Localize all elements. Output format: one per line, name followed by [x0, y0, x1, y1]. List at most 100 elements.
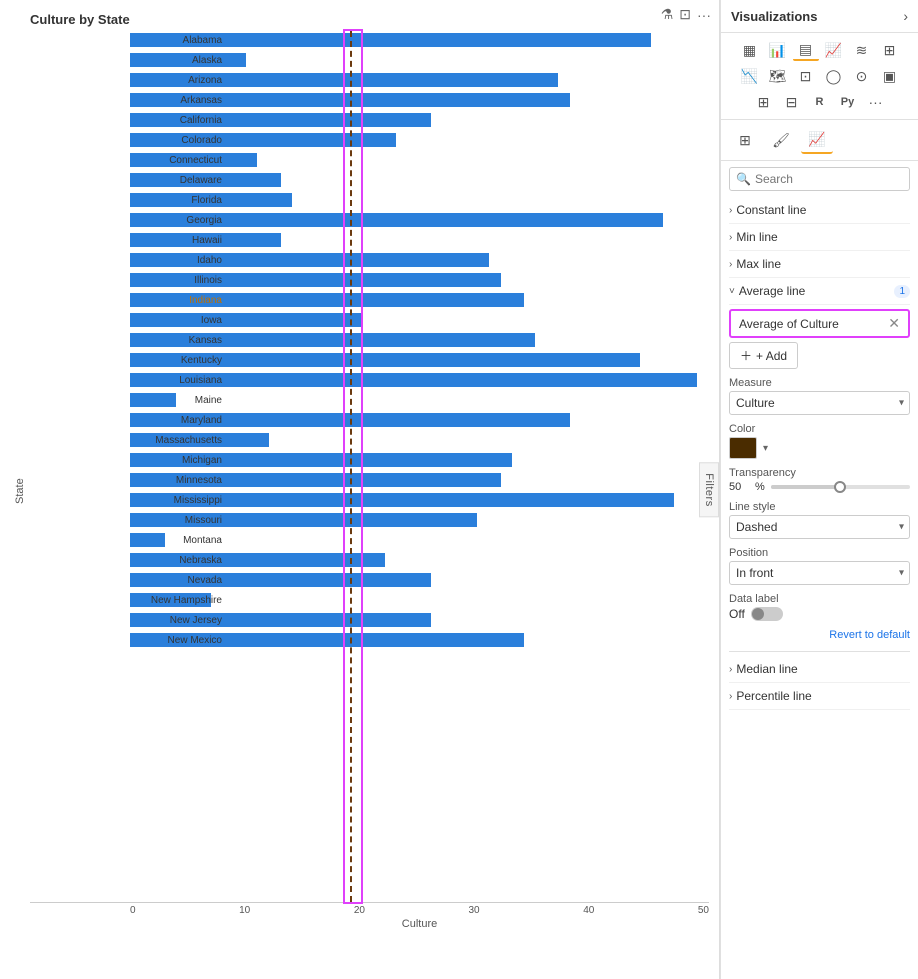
bar-row[interactable]: New Mexico: [130, 631, 709, 649]
viz-icon-line[interactable]: 📈: [821, 39, 847, 61]
bar-row[interactable]: Montana: [130, 531, 709, 549]
bar-row[interactable]: Nebraska: [130, 551, 709, 569]
bar-chart-container: Alabama Alaska Arizona Arkansas California Co…: [30, 31, 709, 932]
viz-icon-bar[interactable]: 📊: [765, 39, 791, 61]
transparency-track[interactable]: [771, 485, 910, 489]
filters-tab[interactable]: Filters: [699, 462, 719, 517]
viz-icon-map[interactable]: 🗺: [765, 65, 791, 87]
x-tick: 20: [354, 905, 365, 916]
section-constant-line[interactable]: › Constant line: [729, 197, 910, 224]
bar-row[interactable]: Mississippi: [130, 491, 709, 509]
search-input[interactable]: [755, 172, 903, 186]
add-average-button[interactable]: ＋ + Add: [729, 342, 798, 369]
chevron-median: ›: [729, 664, 732, 675]
sub-tab-analytics[interactable]: 📈: [801, 126, 833, 154]
bar-row[interactable]: Minnesota: [130, 471, 709, 489]
section-percentile-line[interactable]: › Percentile line: [729, 683, 910, 710]
color-swatch[interactable]: [729, 437, 757, 459]
line-style-select[interactable]: Dashed: [729, 515, 910, 539]
viz-icon-donut[interactable]: ◯: [821, 65, 847, 87]
bar-row[interactable]: Iowa: [130, 311, 709, 329]
bar-label: Alabama: [130, 35, 226, 46]
viz-icon-area[interactable]: ≋: [849, 39, 875, 61]
bar-row[interactable]: Louisiana: [130, 371, 709, 389]
bar-row[interactable]: Massachusetts: [130, 431, 709, 449]
viz-icon-pie[interactable]: 📉: [737, 65, 763, 87]
viz-nav-forward[interactable]: ›: [903, 8, 908, 24]
bar-row[interactable]: Colorado: [130, 131, 709, 149]
bar-row[interactable]: Kansas: [130, 331, 709, 349]
sub-tab-format[interactable]: 🖌: [765, 126, 797, 154]
bar-row[interactable]: Missouri: [130, 511, 709, 529]
viz-icon-py[interactable]: Py: [835, 91, 861, 113]
viz-icon-matrix[interactable]: ⊟: [779, 91, 805, 113]
search-icon: 🔍: [736, 172, 751, 186]
color-field-label: Color: [729, 423, 910, 435]
bar-row[interactable]: Georgia: [130, 211, 709, 229]
position-select[interactable]: In front: [729, 561, 910, 585]
transparency-unit: %: [755, 481, 765, 493]
bar-label: Iowa: [130, 315, 226, 326]
viz-icon-stacked-bar[interactable]: ▦: [737, 39, 763, 61]
bar-label: Louisiana: [130, 375, 226, 386]
x-tick: 40: [583, 905, 594, 916]
line-style-wrapper: Dashed: [729, 515, 910, 539]
bar-row[interactable]: Alabama: [130, 31, 709, 49]
filter-icon[interactable]: ⚗: [661, 6, 674, 23]
measure-select[interactable]: Culture: [729, 391, 910, 415]
focus-icon[interactable]: ⊡: [679, 6, 691, 23]
average-pill-text: Average of Culture: [739, 317, 884, 331]
viz-icon-treemap[interactable]: ⊡: [793, 65, 819, 87]
bar-row[interactable]: Illinois: [130, 271, 709, 289]
viz-icon-r[interactable]: R: [807, 91, 833, 113]
measure-select-wrapper: Culture: [729, 391, 910, 415]
viz-icon-more[interactable]: ···: [863, 91, 889, 113]
chevron-min: ›: [729, 232, 732, 243]
constant-line-label: Constant line: [736, 203, 806, 217]
chart-panel: Culture by State ⚗ ⊡ ··· State AlabamaAl…: [0, 0, 720, 979]
bar-row[interactable]: Arkansas: [130, 91, 709, 109]
viz-icon-card[interactable]: ▣: [877, 65, 903, 87]
viz-icon-scatter[interactable]: ⊞: [877, 39, 903, 61]
bar-label: New Jersey: [130, 615, 226, 626]
viz-icon-gauge[interactable]: ⊙: [849, 65, 875, 87]
sub-tab-fields[interactable]: ⊞: [729, 126, 761, 154]
bar-row[interactable]: Maryland: [130, 411, 709, 429]
bar-row[interactable]: Michigan: [130, 451, 709, 469]
bar-row[interactable]: California: [130, 111, 709, 129]
bar-label: Alaska: [130, 55, 226, 66]
more-options-icon[interactable]: ···: [697, 7, 711, 23]
section-min-line[interactable]: › Min line: [729, 224, 910, 251]
bar-row[interactable]: New Jersey: [130, 611, 709, 629]
data-label-toggle[interactable]: [751, 607, 783, 621]
bar-row[interactable]: Maine: [130, 391, 709, 409]
chevron-percentile: ›: [729, 691, 732, 702]
viz-icon-horizontal-bar[interactable]: ▤: [793, 39, 819, 61]
section-median-line[interactable]: › Median line: [729, 656, 910, 683]
chevron-average: ˅: [729, 286, 735, 297]
bar-row[interactable]: Indiana: [130, 291, 709, 309]
color-dropdown-arrow[interactable]: ▾: [763, 443, 768, 454]
bar-row[interactable]: New Hampshire: [130, 591, 709, 609]
revert-link[interactable]: Revert to default: [829, 625, 910, 645]
bar-row[interactable]: Delaware: [130, 171, 709, 189]
bar-row[interactable]: Nevada: [130, 571, 709, 589]
viz-icon-table[interactable]: ⊞: [751, 91, 777, 113]
bar-row[interactable]: Alaska: [130, 51, 709, 69]
transparency-thumb[interactable]: [834, 481, 846, 493]
bar-row[interactable]: Idaho: [130, 251, 709, 269]
bar-label: Delaware: [130, 175, 226, 186]
right-panel: Visualizations › ▦ 📊 ▤ 📈 ≋ ⊞ 📉 🗺 ⊡ ◯ ⊙ ▣…: [720, 0, 918, 979]
search-box[interactable]: 🔍: [729, 167, 910, 191]
transparency-fill: [771, 485, 841, 489]
bar-row[interactable]: Connecticut: [130, 151, 709, 169]
section-max-line[interactable]: › Max line: [729, 251, 910, 278]
bar-row[interactable]: Hawaii: [130, 231, 709, 249]
bar-row[interactable]: Kentucky: [130, 351, 709, 369]
section-average-line[interactable]: ˅ Average line 1: [729, 278, 910, 305]
bar-row[interactable]: Arizona: [130, 71, 709, 89]
data-label-toggle-row: Off: [729, 607, 910, 621]
bar-row[interactable]: Florida: [130, 191, 709, 209]
average-pill-close[interactable]: ✕: [888, 315, 900, 332]
viz-header-title: Visualizations: [731, 9, 817, 24]
